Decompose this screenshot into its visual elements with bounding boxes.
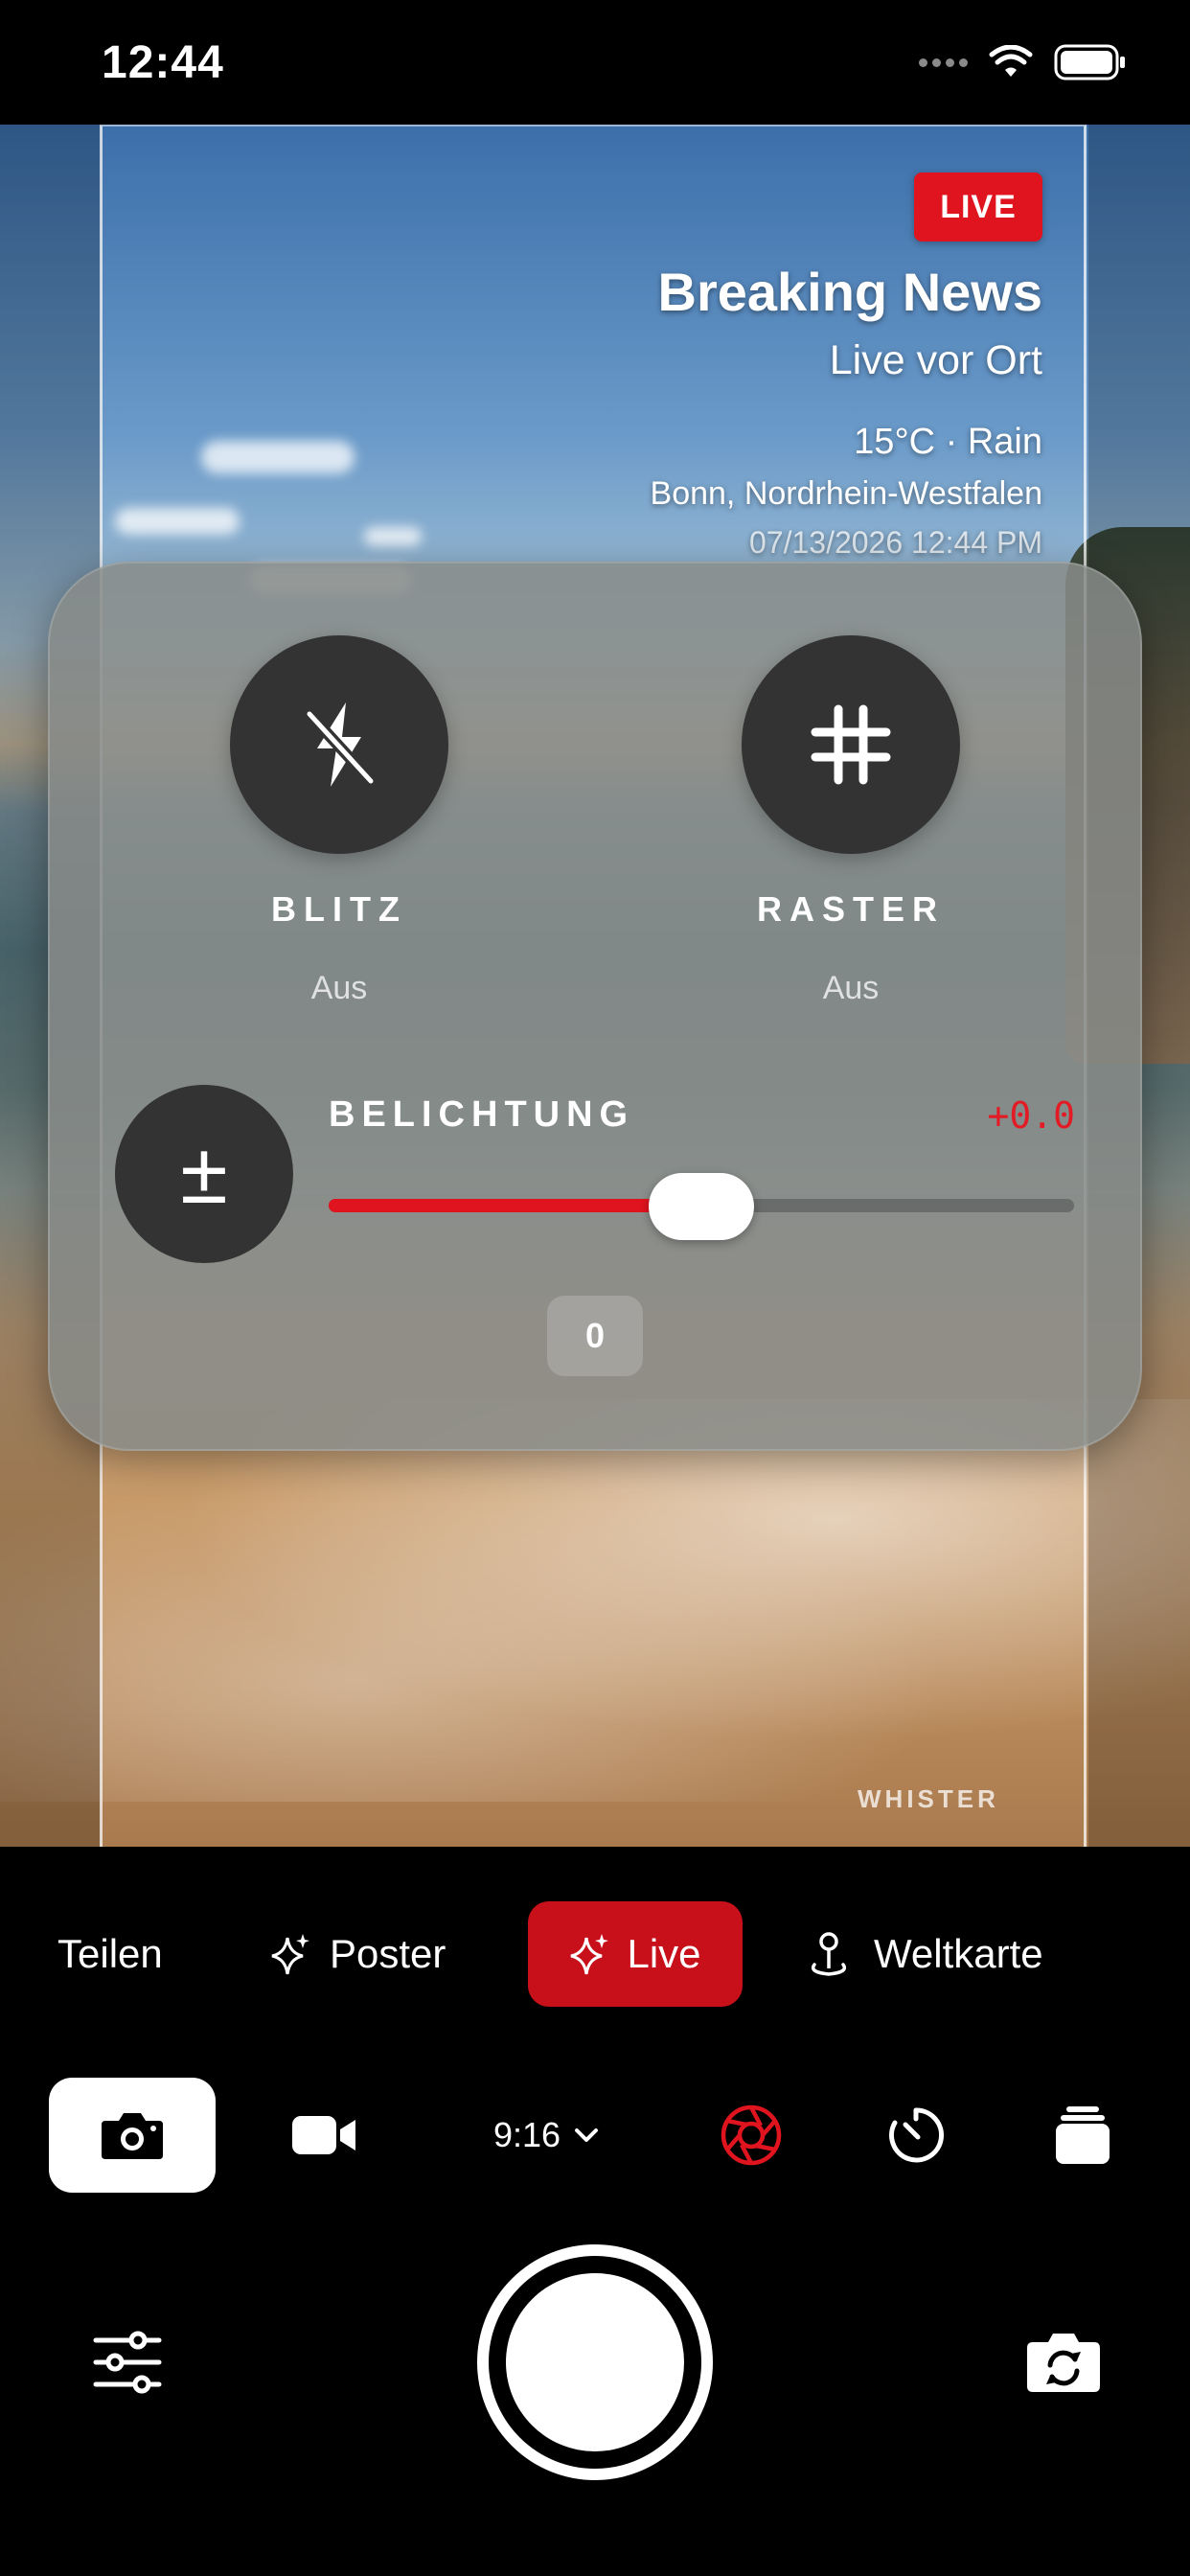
camera-rotate-icon	[1027, 2334, 1100, 2392]
shutter-inner	[506, 2273, 684, 2451]
aperture-icon	[721, 2104, 782, 2166]
grid-label: RASTER	[756, 889, 945, 929]
video-icon	[292, 2116, 355, 2154]
overlay-subheadline: Live vor Ort	[829, 337, 1042, 383]
live-badge: LIVE	[914, 172, 1042, 242]
mode-label: Weltkarte	[874, 1931, 1043, 1976]
exposure-label: BELICHTUNG	[329, 1094, 635, 1135]
flash-label: BLITZ	[271, 889, 407, 929]
watermark: WHISTER	[858, 1784, 999, 1813]
photo-mode-button[interactable]	[49, 2078, 216, 2193]
mode-poster[interactable]: Poster	[270, 1901, 446, 2007]
mode-share[interactable]: Teilen	[57, 1901, 163, 2007]
exposure-value: +0.0	[987, 1094, 1075, 1137]
aspect-ratio-dropdown[interactable]: 9:16	[469, 2078, 623, 2193]
overlay-weather: 15°C · Rain	[854, 422, 1042, 462]
filter-button[interactable]	[692, 2078, 811, 2193]
shutter-button[interactable]	[477, 2244, 713, 2480]
layers-icon	[1056, 2106, 1110, 2164]
status-time: 12:44	[102, 37, 224, 88]
plus-minus-icon: ±	[180, 1125, 228, 1222]
exposure-reset-button[interactable]: 0	[547, 1296, 643, 1376]
overlay-timestamp: 07/13/2026 12:44 PM	[748, 525, 1042, 560]
grid-icon	[811, 704, 891, 785]
timer-icon	[889, 2107, 945, 2163]
exposure-button[interactable]: ±	[115, 1085, 293, 1263]
sparkle-icon	[571, 1934, 609, 1975]
camera-icon	[102, 2113, 163, 2159]
mode-label: Poster	[330, 1931, 446, 1976]
mode-worldmap[interactable]: Weltkarte	[807, 1901, 1043, 2007]
aspect-ratio-value: 9:16	[492, 2115, 561, 2154]
switch-camera-button[interactable]	[1023, 2329, 1104, 2399]
status-indicators	[919, 44, 1127, 80]
sparkle-icon	[271, 1934, 309, 1975]
flash-state: Aus	[310, 970, 368, 1006]
exposure-slider-thumb[interactable]	[649, 1173, 754, 1240]
flash-toggle-button[interactable]	[230, 635, 448, 854]
overlay-location: Bonn, Nordrhein-Westfalen	[650, 475, 1042, 512]
flash-off-icon	[305, 702, 376, 787]
signal-icon	[919, 58, 968, 67]
exposure-slider-fill	[329, 1199, 701, 1212]
gallery-button[interactable]	[1023, 2078, 1142, 2193]
mode-label: Teilen	[57, 1931, 163, 1976]
battery-icon	[1054, 44, 1125, 80]
sliders-icon	[93, 2331, 162, 2394]
grid-toggle-button[interactable]	[742, 635, 960, 854]
mode-label: Live	[627, 1931, 701, 1976]
timer-button[interactable]	[857, 2078, 975, 2193]
video-mode-button[interactable]	[264, 2078, 383, 2193]
grid-state: Aus	[822, 970, 880, 1006]
settings-sliders-button[interactable]	[92, 2329, 163, 2401]
map-pin-icon	[811, 1932, 847, 1976]
wifi-icon	[989, 45, 1033, 77]
chevron-down-icon	[575, 2128, 599, 2142]
overlay-headline: Breaking News	[657, 262, 1043, 322]
mode-live[interactable]: Live	[528, 1901, 743, 2007]
